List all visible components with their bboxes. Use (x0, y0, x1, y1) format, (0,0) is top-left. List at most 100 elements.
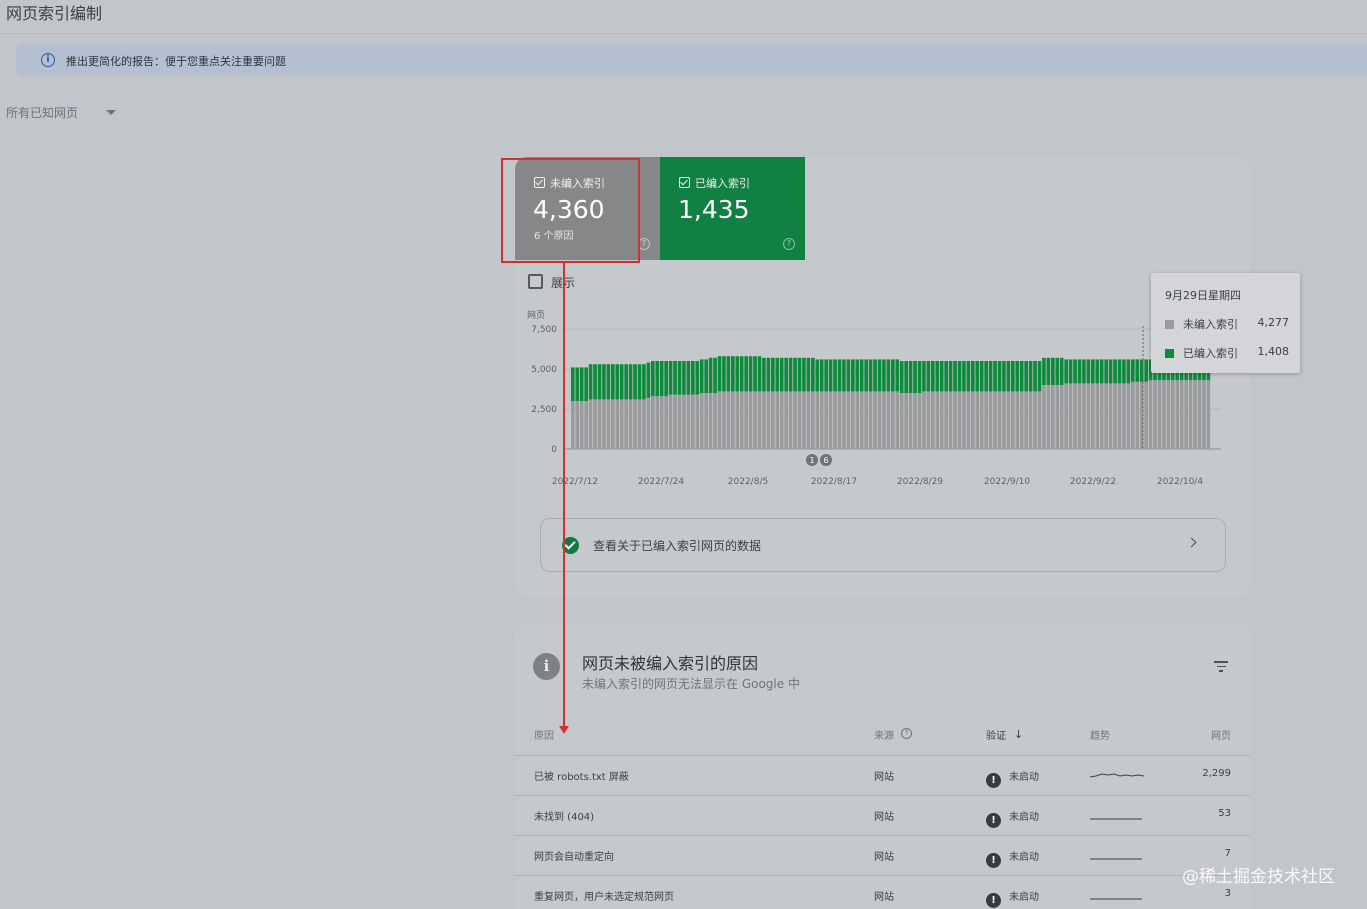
help-icon[interactable]: ? (901, 728, 912, 739)
bar-not-indexed[interactable] (1068, 383, 1073, 449)
bar-indexed[interactable] (722, 356, 726, 392)
bar-indexed[interactable] (926, 361, 931, 392)
col-reason[interactable]: 原因 (534, 727, 554, 742)
bar-not-indexed[interactable] (815, 391, 820, 449)
bar-not-indexed[interactable] (988, 391, 993, 449)
bar-indexed[interactable] (917, 361, 922, 393)
bar-indexed[interactable] (953, 361, 957, 392)
table-row[interactable]: 未找到 (404) 网站 ! 未启动 53 (515, 796, 1250, 836)
bar-indexed[interactable] (1108, 359, 1113, 384)
bar-indexed[interactable] (1095, 359, 1100, 384)
bar-not-indexed[interactable] (624, 399, 628, 449)
bar-indexed[interactable] (628, 364, 633, 400)
bar-indexed[interactable] (975, 361, 980, 392)
bar-not-indexed[interactable] (931, 391, 935, 449)
bar-indexed[interactable] (819, 359, 824, 392)
help-icon[interactable]: ? (783, 238, 795, 250)
bar-indexed[interactable] (793, 357, 797, 392)
bar-indexed[interactable] (864, 359, 868, 392)
bar-not-indexed[interactable] (762, 391, 766, 449)
bar-not-indexed[interactable] (1015, 391, 1020, 449)
bar-not-indexed[interactable] (913, 393, 917, 449)
annotation-markers[interactable]: 1 6 (806, 454, 832, 466)
bar-indexed[interactable] (1006, 361, 1011, 392)
bar-not-indexed[interactable] (1171, 380, 1175, 449)
bar-not-indexed[interactable] (1188, 380, 1193, 449)
bar-indexed[interactable] (668, 361, 673, 395)
bar-not-indexed[interactable] (828, 391, 833, 449)
bar-not-indexed[interactable] (611, 399, 615, 449)
bar-indexed[interactable] (828, 359, 833, 392)
bar-not-indexed[interactable] (926, 391, 931, 449)
bar-not-indexed[interactable] (726, 391, 731, 449)
bar-indexed[interactable] (988, 361, 993, 392)
bar-not-indexed[interactable] (1148, 380, 1153, 449)
bar-indexed[interactable] (837, 359, 842, 392)
bar-indexed[interactable] (1117, 359, 1122, 384)
bar-indexed[interactable] (1011, 361, 1015, 392)
bar-not-indexed[interactable] (1166, 380, 1171, 449)
bar-not-indexed[interactable] (677, 394, 682, 449)
bar-indexed[interactable] (762, 357, 766, 392)
bar-indexed[interactable] (899, 361, 904, 393)
bar-not-indexed[interactable] (833, 391, 837, 449)
bar-not-indexed[interactable] (731, 391, 735, 449)
bar-not-indexed[interactable] (948, 391, 953, 449)
bar-indexed[interactable] (766, 357, 771, 392)
bar-not-indexed[interactable] (855, 391, 860, 449)
bar-indexed[interactable] (1086, 359, 1091, 384)
bar-indexed[interactable] (708, 357, 713, 393)
bar-not-indexed[interactable] (873, 391, 877, 449)
bar-not-indexed[interactable] (682, 394, 686, 449)
bar-not-indexed[interactable] (1064, 383, 1068, 449)
bar-indexed[interactable] (593, 364, 597, 400)
bar-not-indexed[interactable] (1006, 391, 1011, 449)
bar-not-indexed[interactable] (753, 391, 757, 449)
col-validation[interactable]: 验证 ↓ (986, 727, 1023, 742)
bar-not-indexed[interactable] (1019, 391, 1024, 449)
bar-not-indexed[interactable] (1037, 391, 1042, 449)
bar-indexed[interactable] (1091, 359, 1095, 384)
bar-indexed[interactable] (1002, 361, 1006, 392)
bar-not-indexed[interactable] (819, 391, 824, 449)
bar-indexed[interactable] (731, 356, 735, 392)
bar-indexed[interactable] (824, 359, 828, 392)
bar-indexed[interactable] (1019, 361, 1024, 392)
bar-indexed[interactable] (686, 361, 691, 395)
bar-not-indexed[interactable] (673, 394, 677, 449)
bar-not-indexed[interactable] (1179, 380, 1184, 449)
bar-indexed[interactable] (624, 364, 628, 400)
bar-indexed[interactable] (811, 357, 815, 392)
bar-not-indexed[interactable] (806, 391, 811, 449)
bar-indexed[interactable] (655, 361, 660, 397)
bar-not-indexed[interactable] (646, 397, 651, 449)
bar-indexed[interactable] (908, 361, 913, 393)
bar-indexed[interactable] (895, 359, 900, 392)
bar-indexed[interactable] (735, 356, 740, 392)
bar-not-indexed[interactable] (1202, 380, 1206, 449)
bar-not-indexed[interactable] (708, 393, 713, 449)
bar-not-indexed[interactable] (642, 399, 646, 449)
bar-indexed[interactable] (779, 357, 784, 392)
bar-not-indexed[interactable] (1135, 381, 1140, 449)
bar-indexed[interactable] (1082, 359, 1086, 384)
bar-indexed[interactable] (726, 356, 731, 392)
bar-indexed[interactable] (704, 359, 708, 393)
bar-not-indexed[interactable] (597, 399, 602, 449)
bar-indexed[interactable] (842, 359, 846, 392)
bar-not-indexed[interactable] (935, 391, 940, 449)
bar-not-indexed[interactable] (584, 401, 588, 449)
bar-not-indexed[interactable] (793, 391, 797, 449)
bar-not-indexed[interactable] (579, 401, 584, 449)
bar-not-indexed[interactable] (868, 391, 873, 449)
bar-indexed[interactable] (579, 367, 584, 401)
bar-indexed[interactable] (802, 357, 806, 392)
bar-indexed[interactable] (606, 364, 611, 400)
bar-not-indexed[interactable] (1104, 383, 1108, 449)
indexing-chart[interactable]: 网页 0 2,500 5,000 7,500 2022/7/12 2022/7/24 20… (515, 300, 1250, 500)
bar-not-indexed[interactable] (771, 391, 775, 449)
bar-indexed[interactable] (1144, 359, 1148, 382)
bar-indexed[interactable] (1077, 359, 1082, 384)
bar-not-indexed[interactable] (908, 393, 913, 449)
bar-not-indexed[interactable] (1002, 391, 1006, 449)
